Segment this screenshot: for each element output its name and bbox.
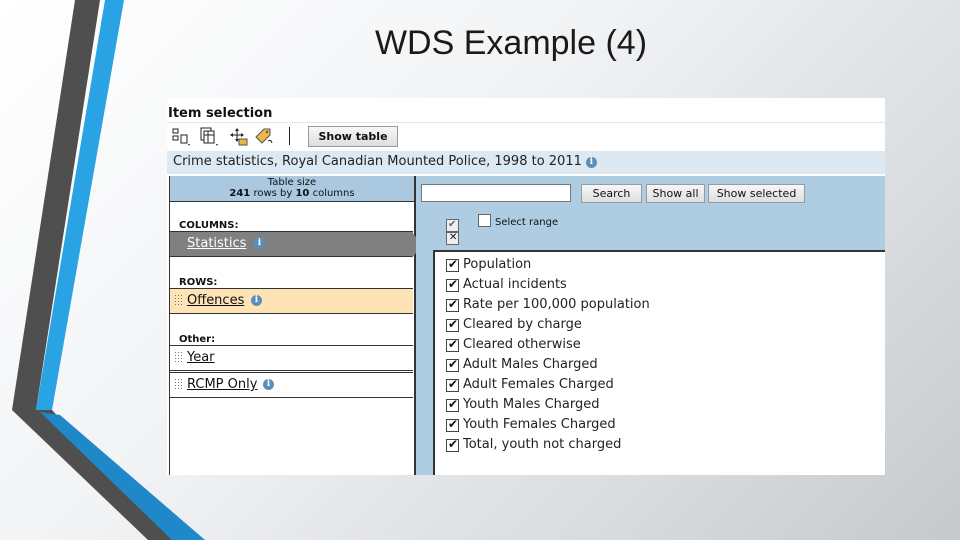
move-icon[interactable]: [227, 127, 249, 147]
dimension-panel: Table size 241 rows by 10 columns COLUMN…: [169, 176, 422, 475]
info-icon[interactable]: i: [263, 379, 274, 390]
column-count: 10: [295, 188, 310, 199]
show-selected-button[interactable]: Show selected: [708, 184, 805, 203]
check-icon: ✔: [448, 397, 459, 411]
check-icon: ✔: [448, 257, 459, 271]
dimension-statistics[interactable]: Statistics i: [170, 231, 422, 258]
tag-edit-icon[interactable]: [253, 127, 275, 147]
member-panel: Search Show all Show selected ✔ ✕ Select…: [416, 176, 885, 475]
table-icon[interactable]: [199, 127, 221, 147]
info-icon[interactable]: i: [254, 238, 265, 249]
checkbox[interactable]: ✔: [446, 377, 459, 392]
check-icon: ✔: [448, 297, 459, 311]
slide-title: WDS Example (4): [374, 24, 648, 62]
select-range-label: Select range: [495, 217, 559, 228]
checkbox[interactable]: ✔: [446, 337, 459, 352]
check-icon: ✔: [448, 277, 459, 291]
check-icon: ✔: [448, 337, 459, 351]
info-icon[interactable]: i: [251, 295, 262, 306]
toolbar-separator: [289, 127, 290, 145]
checkbox[interactable]: ✔: [446, 317, 459, 332]
checkbox[interactable]: ✔: [446, 417, 459, 432]
show-table-button[interactable]: Show table: [308, 126, 398, 147]
drag-handle-icon[interactable]: [174, 237, 182, 250]
layout-icon[interactable]: [171, 127, 193, 147]
check-icon: ✔: [448, 437, 459, 451]
dimension-offences[interactable]: Offences i: [170, 288, 413, 314]
dimension-offences-label[interactable]: Offences: [187, 293, 244, 308]
dimension-statistics-label[interactable]: Statistics: [187, 236, 246, 251]
row-count: 241: [229, 188, 251, 199]
select-range-checkbox[interactable]: [478, 214, 491, 227]
search-button[interactable]: Search: [581, 184, 642, 203]
drag-handle-icon[interactable]: [174, 378, 182, 391]
checkbox[interactable]: ✔: [446, 257, 459, 272]
check-icon: ✔: [448, 417, 459, 431]
info-icon[interactable]: i: [585, 157, 597, 168]
statistics-list: ✔ Population ✔ Actual incidents ✔ Rate per …: [433, 250, 885, 475]
dimension-year-label[interactable]: Year: [187, 350, 215, 365]
table-title: Crime statistics, Royal Canadian Mounted…: [173, 154, 582, 169]
deselect-all-checkbox[interactable]: ✕: [446, 232, 459, 245]
wds-screenshot: Item selection Show table Crime statisti…: [167, 98, 885, 475]
search-input[interactable]: [421, 184, 571, 202]
table-size-label: Table size: [267, 177, 317, 188]
checkbox[interactable]: ✔: [446, 437, 459, 452]
show-all-button[interactable]: Show all: [646, 184, 705, 203]
rows-by-text: rows by: [253, 188, 293, 199]
checkbox[interactable]: ✔: [446, 277, 459, 292]
item-selection-heading: Item selection: [168, 106, 273, 121]
columns-section-label: COLUMNS:: [179, 220, 239, 231]
checkbox[interactable]: ✔: [446, 357, 459, 372]
check-icon: ✔: [448, 377, 459, 391]
toolbar: [167, 122, 885, 151]
table-size: Table size 241 rows by 10 columns: [170, 176, 414, 202]
checkbox[interactable]: ✔: [446, 397, 459, 412]
close-icon: ✕: [449, 232, 458, 243]
dimension-year[interactable]: Year: [170, 345, 413, 371]
check-icon: ✔: [448, 317, 459, 331]
dimension-rcmp-only[interactable]: RCMP Only i: [170, 372, 413, 398]
rows-section-label: ROWS:: [179, 277, 218, 288]
check-icon: ✔: [448, 357, 459, 371]
drag-handle-icon[interactable]: [174, 351, 182, 364]
checkbox[interactable]: ✔: [446, 297, 459, 312]
table-title-bar: Crime statistics, Royal Canadian Mounted…: [167, 151, 885, 174]
other-section-label: Other:: [179, 334, 216, 345]
drag-handle-icon[interactable]: [174, 294, 182, 307]
dimension-rcmp-only-label[interactable]: RCMP Only: [187, 377, 257, 392]
columns-text: columns: [312, 188, 355, 199]
check-icon: ✔: [448, 219, 457, 230]
